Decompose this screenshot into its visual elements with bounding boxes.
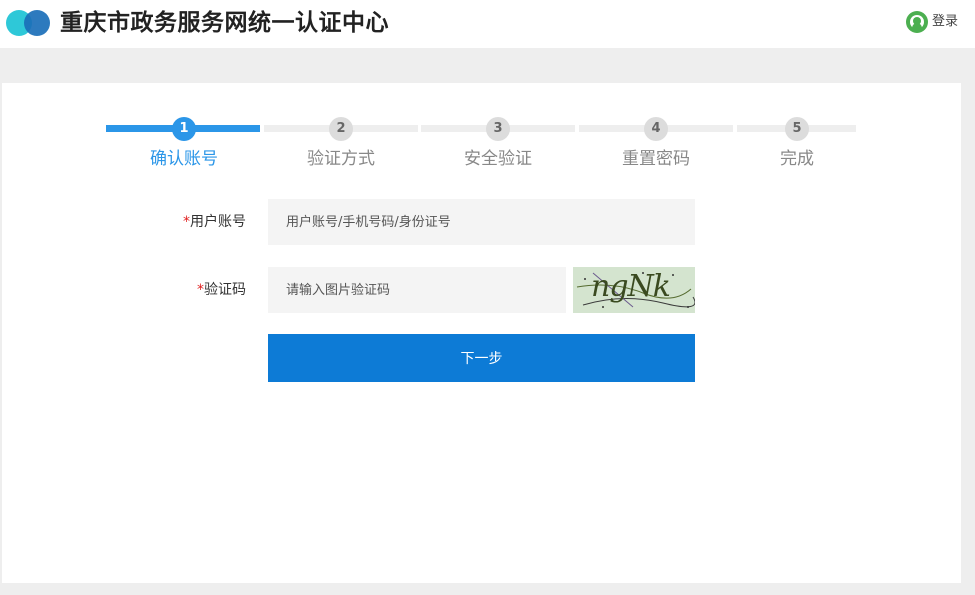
login-link[interactable]: 登录 <box>906 10 958 34</box>
account-input[interactable] <box>268 199 695 245</box>
logo-circle-right <box>24 10 50 36</box>
step-label-3: 安全验证 <box>464 149 532 169</box>
step-number-4: 4 <box>644 117 668 141</box>
step-number-3: 3 <box>486 117 510 141</box>
step-label-2: 验证方式 <box>307 149 375 169</box>
step-label-5: 完成 <box>780 149 814 169</box>
header: 重庆市政务服务网统一认证中心 登录 <box>0 0 975 48</box>
login-label: 登录 <box>932 14 959 29</box>
captcha-image[interactable]: ngNk <box>573 267 695 313</box>
next-step-button[interactable]: 下一步 <box>268 334 695 382</box>
user-icon <box>906 11 928 33</box>
captcha-label-text: 验证码 <box>204 282 246 298</box>
captcha-text: ngNk <box>591 269 671 304</box>
account-label: *用户账号 <box>126 212 246 232</box>
step-number-2: 2 <box>329 117 353 141</box>
step-progress: 1 2 3 4 5 确认账号 验证方式 安全验证 重置密码 完成 <box>2 83 961 183</box>
captcha-input[interactable] <box>268 267 566 313</box>
step-number-5: 5 <box>785 117 809 141</box>
step-label-4: 重置密码 <box>622 149 690 169</box>
site-logo <box>6 10 52 36</box>
step-label-1: 确认账号 <box>150 149 218 169</box>
reset-card: 1 2 3 4 5 确认账号 验证方式 安全验证 重置密码 完成 *用户账号 *… <box>2 83 961 583</box>
required-mark: * <box>183 214 190 230</box>
account-label-text: 用户账号 <box>190 214 246 230</box>
captcha-label: *验证码 <box>126 280 246 300</box>
site-title: 重庆市政务服务网统一认证中心 <box>60 10 389 36</box>
step-number-1: 1 <box>172 117 196 141</box>
required-mark: * <box>197 282 204 298</box>
